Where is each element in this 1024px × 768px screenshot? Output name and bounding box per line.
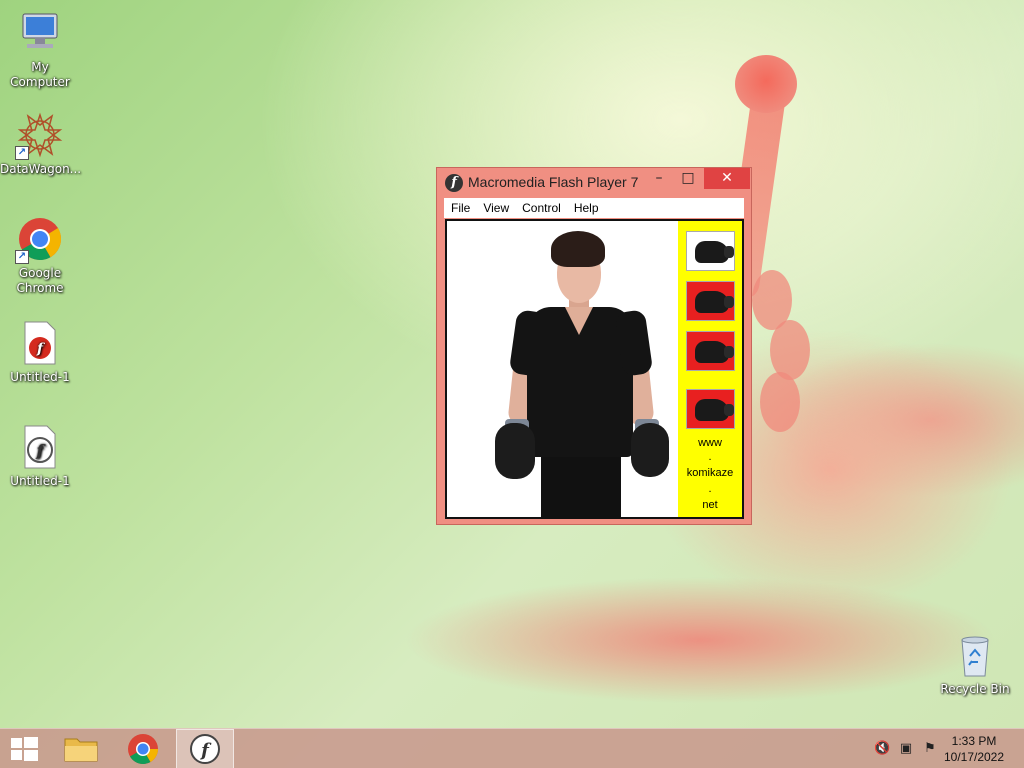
site-link-text[interactable]: komikaze xyxy=(678,467,742,479)
flash-player-window[interactable]: f Macromedia Flash Player 7 – □ ✕ File Vi… xyxy=(436,167,752,525)
desktop-icon-google-chrome[interactable]: ↗ Google Chrome xyxy=(0,216,80,296)
menu-help[interactable]: Help xyxy=(567,198,605,215)
shortcut-arrow-icon: ↗ xyxy=(15,250,29,264)
flash-document-icon: f xyxy=(17,320,63,366)
taskbar-chrome[interactable] xyxy=(114,729,172,768)
wallpaper-flower-tip xyxy=(735,55,797,113)
glove-option-thumb[interactable] xyxy=(686,389,735,429)
wallpaper-flower-bud xyxy=(760,372,800,432)
site-link-text[interactable]: net xyxy=(678,499,742,511)
minimize-button[interactable]: – xyxy=(645,168,673,189)
clock-date: 10/17/2022 xyxy=(943,750,1005,764)
chrome-icon xyxy=(128,734,158,765)
desktop-icon-untitled-flash-doc[interactable]: f Untitled-1 xyxy=(0,320,80,385)
desktop-icon-my-computer[interactable]: My Computer xyxy=(0,10,80,90)
window-titlebar[interactable]: f Macromedia Flash Player 7 – □ ✕ xyxy=(437,168,751,198)
glove-option-thumb[interactable] xyxy=(686,331,735,371)
menu-file[interactable]: File xyxy=(444,198,476,215)
desktop-icon-label: Untitled-1 xyxy=(10,370,70,384)
desktop-icon-recycle-bin[interactable]: Recycle Bin xyxy=(935,632,1015,697)
desktop-icon-label: Recycle Bin xyxy=(940,682,1010,696)
glove-option-thumb[interactable] xyxy=(686,231,735,271)
datawagon-star-icon: ↗ xyxy=(15,112,63,160)
network-icon[interactable]: ▣ xyxy=(898,741,914,757)
desktop-icon-label: Google Chrome xyxy=(16,266,64,295)
boxing-glove-left[interactable] xyxy=(495,423,535,479)
start-button[interactable] xyxy=(0,729,48,768)
window-title: Macromedia Flash Player 7 xyxy=(468,174,639,190)
boxing-glove-right[interactable] xyxy=(631,423,669,477)
computer-icon xyxy=(17,10,63,56)
recycle-bin-icon xyxy=(952,632,998,678)
glove-option-thumb[interactable] xyxy=(686,281,735,321)
site-link-text[interactable]: www xyxy=(678,437,742,449)
taskbar-flash-player[interactable]: f xyxy=(176,729,234,768)
desktop-icon-label: My Computer xyxy=(10,60,70,89)
flash-player-document-icon: f xyxy=(17,424,63,470)
close-button[interactable]: ✕ xyxy=(704,168,750,189)
clock-time: 1:33 PM xyxy=(951,734,997,748)
menu-view[interactable]: View xyxy=(476,198,515,215)
flash-player-icon: f xyxy=(190,734,220,764)
site-link-dot: . xyxy=(708,451,712,463)
site-link-dot: . xyxy=(708,483,712,495)
desktop-icon-label: DataWagon... xyxy=(0,162,82,176)
desktop-icon-datawagon[interactable]: ↗ DataWagon... xyxy=(0,112,82,177)
volume-muted-icon[interactable]: 🔇 xyxy=(874,741,890,757)
menu-control[interactable]: Control xyxy=(515,198,567,215)
boxer-figure xyxy=(483,227,673,517)
taskbar-file-explorer[interactable] xyxy=(52,729,110,768)
flash-stage[interactable]: www . komikaze . net xyxy=(445,219,744,519)
glove-selector-sidebar: www . komikaze . net xyxy=(678,221,742,517)
folder-icon xyxy=(64,738,98,762)
windows-logo-icon xyxy=(11,737,38,761)
shortcut-arrow-icon: ↗ xyxy=(15,146,29,160)
wallpaper-flower-bud xyxy=(770,320,810,380)
menu-bar: File View Control Help xyxy=(444,198,744,218)
taskbar: f 🔇 ▣ ⚑ 1:33 PM 10/17/2022 xyxy=(0,728,1024,768)
taskbar-clock[interactable]: 1:33 PM 10/17/2022 xyxy=(936,733,1012,765)
maximize-button[interactable]: □ xyxy=(674,168,702,189)
flash-player-icon: f xyxy=(445,174,463,192)
desktop-icon-label: Untitled-1 xyxy=(10,474,70,488)
desktop-icon-untitled-flash-player[interactable]: f Untitled-1 xyxy=(0,424,80,489)
chrome-icon: ↗ xyxy=(15,216,63,264)
